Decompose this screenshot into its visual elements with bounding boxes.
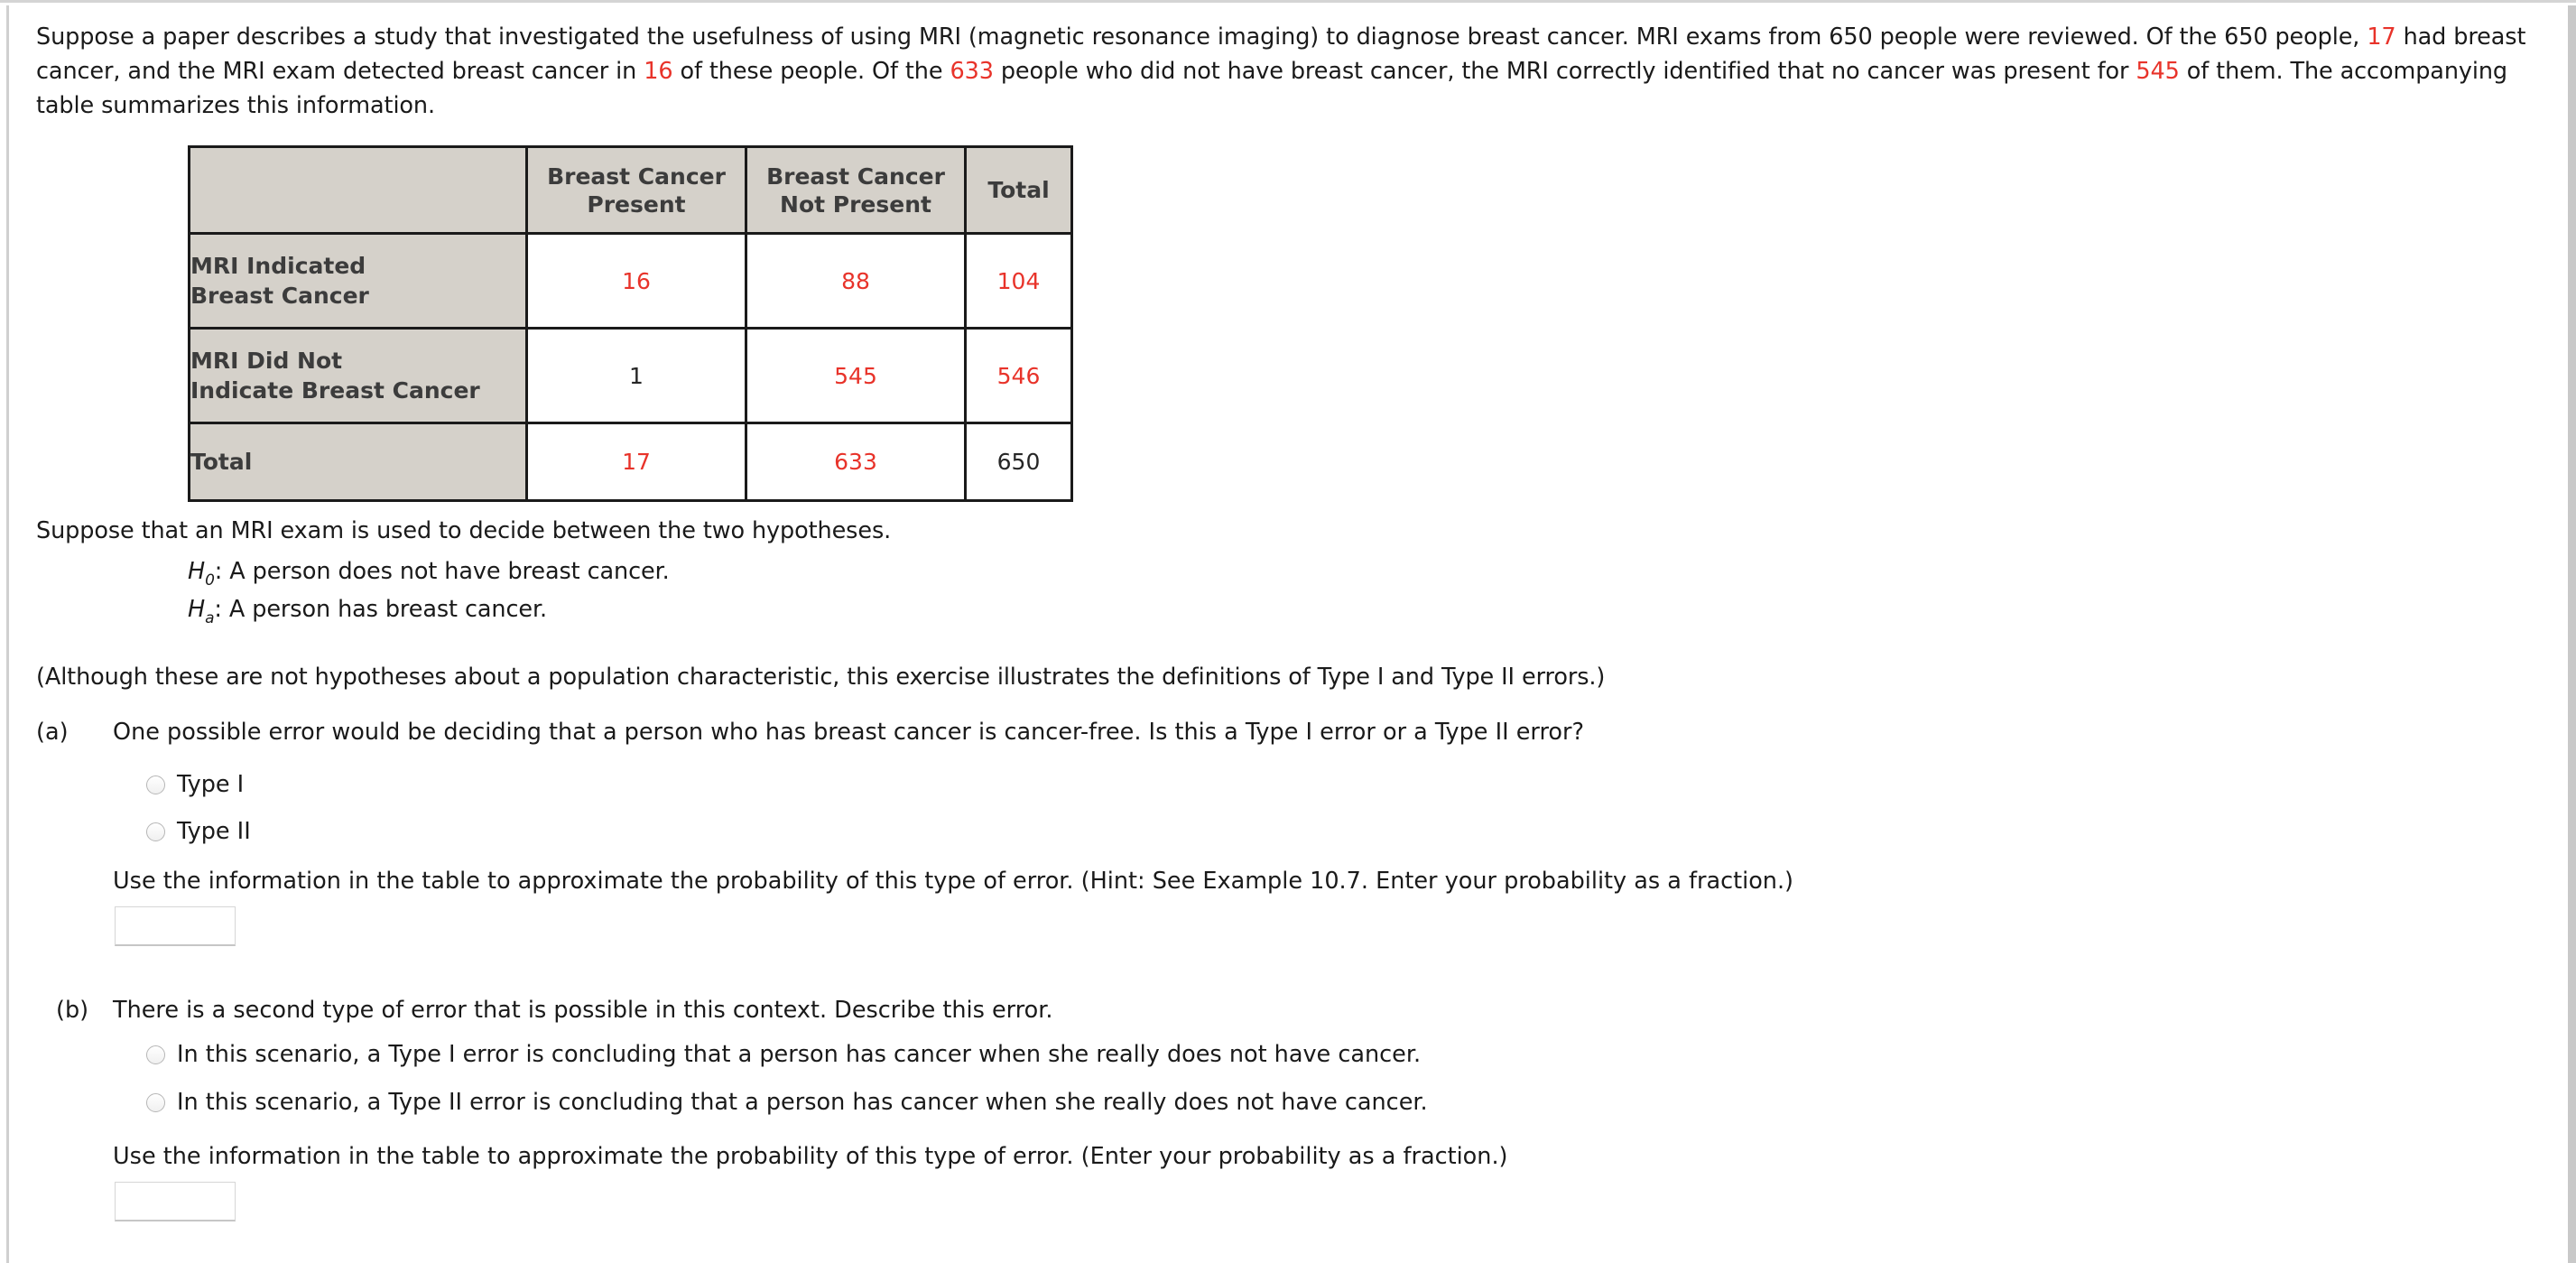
row-header-line-2: Breast Cancer [190,283,369,309]
column-header-line-1: Breast Cancer [547,163,726,190]
row-header-line-2: Indicate Breast Cancer [190,377,480,404]
part-a-choice-label: Type I [177,771,245,798]
column-header-total: Total [964,145,1073,235]
alternative-hypothesis-text: : A person has breast cancer. [214,596,548,623]
cell-grand-total: 650 [964,422,1073,502]
contingency-table: Breast Cancer Present Breast Cancer Not … [188,145,1073,502]
part-b-label: (b) [56,997,89,1024]
intro-segment-6: people who did not have breast cancer, t… [993,58,2136,85]
page-frame: Suppose a paper describes a study that i… [0,0,2576,1263]
vertical-scrollbar[interactable] [2568,5,2576,1263]
intro-segment-4: of these people. Of the [672,58,950,85]
cell-not-indicated-total: 546 [964,327,1073,424]
part-b-prompt: Use the information in the table to appr… [113,1143,1508,1170]
radio-button-icon[interactable] [146,775,165,794]
row-header-mri-did-not-indicate: MRI Did Not Indicate Breast Cancer [188,327,528,424]
null-hypothesis-text: : A person does not have breast cancer. [214,558,670,585]
cell-indicated-present: 16 [525,232,747,330]
alternative-hypothesis-subscript: a [205,609,215,627]
row-header-total: Total [188,422,528,502]
column-header-line-2: Present [587,190,686,218]
column-header-line-1: Total [987,177,1050,203]
null-hypothesis-subscript: 0 [205,571,215,590]
part-b-choice-label: In this scenario, a Type II error is con… [177,1089,1428,1116]
column-header-line-1: Breast Cancer [766,163,945,190]
row-header-line-1: MRI Indicated [190,253,366,279]
part-a-choice-type-ii[interactable]: Type II [146,818,251,845]
part-b-choice-type-ii[interactable]: In this scenario, a Type II error is con… [146,1089,1428,1116]
cell-not-indicated-present: 1 [525,327,747,424]
column-header-line-2: Not Present [780,190,931,218]
hypotheses-note: (Although these are not hypotheses about… [36,664,1606,691]
cell-total-not-present: 633 [745,422,967,502]
part-a-question: One possible error would be deciding tha… [113,719,1584,746]
table-corner-cell [188,145,528,235]
null-hypothesis: H0: A person does not have breast cancer… [188,554,670,592]
radio-button-icon[interactable] [146,1045,165,1064]
radio-button-icon[interactable] [146,1092,165,1112]
alternative-hypothesis: Ha: A person has breast cancer. [188,592,670,630]
page-left-rule [6,5,9,1263]
intro-value-633: 633 [950,58,994,85]
problem-statement: Suppose a paper describes a study that i… [36,20,2545,123]
part-a-prompt: Use the information in the table to appr… [113,868,1794,895]
intro-value-16: 16 [644,58,673,85]
table-header-row: Breast Cancer Present Breast Cancer Not … [188,145,1073,235]
cell-not-indicated-not-present: 545 [745,327,967,424]
cell-total-present: 17 [525,422,747,502]
null-hypothesis-symbol: H [188,558,206,585]
part-b-answer-input[interactable] [115,1182,236,1221]
part-b-question: There is a second type of error that is … [113,997,1053,1024]
intro-segment-0: Suppose a paper describes a study that i… [36,23,2368,51]
part-b-choice-label: In this scenario, a Type I error is conc… [177,1041,1422,1068]
intro-value-17: 17 [2367,23,2396,51]
intro-value-545: 545 [2136,58,2180,85]
row-header-mri-indicated: MRI Indicated Breast Cancer [188,232,528,330]
alternative-hypothesis-symbol: H [188,596,206,623]
part-a-choice-label: Type II [177,818,251,845]
radio-button-icon[interactable] [146,822,165,841]
table-row: MRI Indicated Breast Cancer 16 88 104 [188,232,1073,330]
row-header-line-1: MRI Did Not [190,348,343,374]
exercise-content: Suppose a paper describes a study that i… [11,5,2565,1260]
part-b-choice-type-i[interactable]: In this scenario, a Type I error is conc… [146,1041,1421,1068]
hypotheses-block: H0: A person does not have breast cancer… [188,554,670,630]
part-a-answer-input[interactable] [115,906,236,946]
row-header-line-1: Total [190,449,253,475]
part-a-label: (a) [36,719,69,746]
cell-indicated-total: 104 [964,232,1073,330]
hypotheses-lead-in: Suppose that an MRI exam is used to deci… [36,517,892,544]
table-row: Total 17 633 650 [188,422,1073,502]
part-a-choice-type-i[interactable]: Type I [146,771,244,798]
column-header-breast-cancer-present: Breast Cancer Present [525,145,747,235]
table-row: MRI Did Not Indicate Breast Cancer 1 545… [188,327,1073,424]
column-header-breast-cancer-not-present: Breast Cancer Not Present [745,145,967,235]
cell-indicated-not-present: 88 [745,232,967,330]
